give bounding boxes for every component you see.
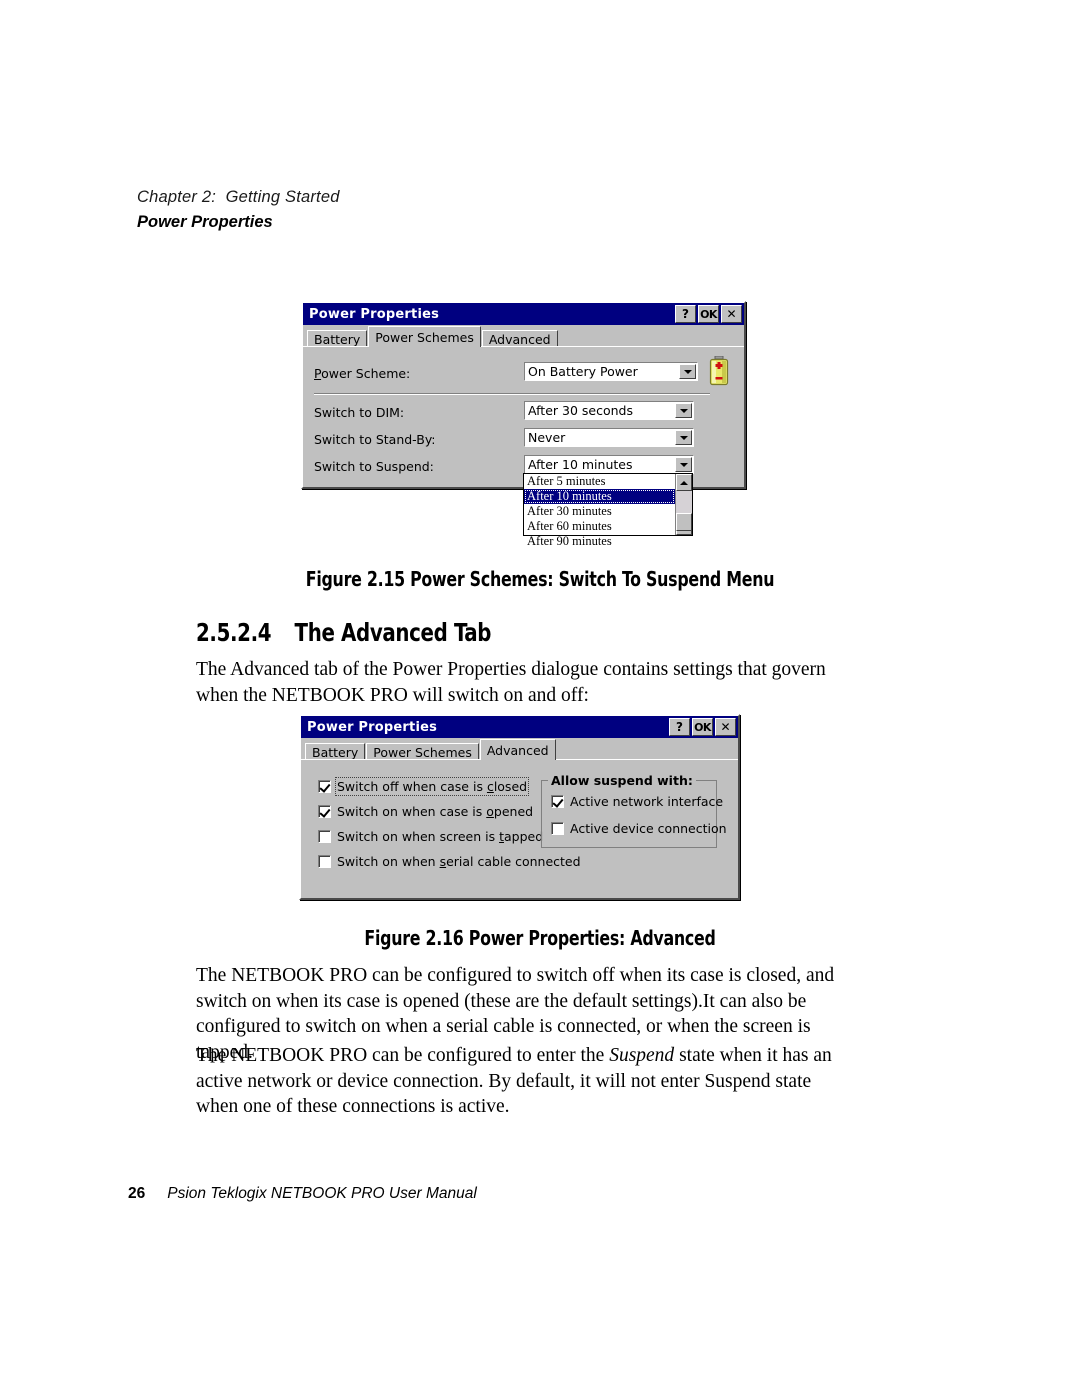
scroll-up-icon[interactable] bbox=[676, 474, 692, 491]
paragraph-suspend-behaviour: The NETBOOK PRO can be configured to ent… bbox=[196, 1043, 836, 1120]
dropdown-option[interactable]: After 60 minutes bbox=[524, 519, 675, 534]
chevron-down-icon[interactable] bbox=[679, 364, 696, 379]
page-header: Chapter 2: Getting Started Power Propert… bbox=[137, 188, 837, 232]
checkbox-label: Switch on when case is opened bbox=[337, 804, 534, 819]
checkbox-icon[interactable] bbox=[551, 822, 564, 835]
dropdown-option-selected[interactable]: After 10 minutes bbox=[524, 489, 675, 504]
dialog-title: Power Properties bbox=[307, 719, 438, 735]
page-number: 26 bbox=[128, 1185, 146, 1202]
page-footer: 26 Psion Teklogix NETBOOK PRO User Manual bbox=[128, 1185, 477, 1203]
tabstrip[interactable]: Battery Power Schemes Advanced bbox=[301, 739, 738, 760]
dialog-title: Power Properties bbox=[309, 306, 440, 322]
checkbox-switch-off-case-closed[interactable]: Switch off when case is closed bbox=[318, 777, 530, 796]
checkbox-icon[interactable] bbox=[318, 780, 331, 793]
allow-suspend-groupbox: Allow suspend with: Active network inter… bbox=[541, 773, 727, 848]
switch-to-standby-label: Switch to Stand-By: bbox=[314, 432, 436, 447]
ok-button[interactable]: OK bbox=[692, 718, 713, 736]
close-icon[interactable]: ✕ bbox=[721, 305, 742, 323]
section-title: The Advanced Tab bbox=[294, 618, 492, 647]
switch-to-dim-label: Switch to DIM: bbox=[314, 405, 405, 420]
power-properties-dialog-advanced[interactable]: Power Properties ? OK ✕ Battery Power Sc… bbox=[299, 714, 740, 900]
section-intro-paragraph: The Advanced tab of the Power Properties… bbox=[196, 659, 826, 706]
page-header-subtitle: Power Properties bbox=[137, 213, 273, 231]
scrollbar-thumb[interactable] bbox=[676, 513, 692, 531]
dropdown-option[interactable]: After 90 minutes bbox=[524, 534, 675, 549]
tab-power-schemes[interactable]: Power Schemes bbox=[366, 743, 479, 760]
switch-to-dim-value: After 30 seconds bbox=[528, 403, 633, 418]
switch-to-dim-combo[interactable]: After 30 seconds bbox=[524, 401, 694, 420]
power-scheme-combo[interactable]: On Battery Power bbox=[524, 362, 698, 381]
switch-to-suspend-value: After 10 minutes bbox=[528, 457, 633, 472]
checkbox-label: Switch on when serial cable connected bbox=[337, 854, 581, 869]
battery-icon bbox=[708, 355, 730, 386]
chapter-breadcrumb: Chapter 2: Getting Started bbox=[137, 188, 340, 206]
help-button[interactable]: ? bbox=[675, 305, 696, 323]
paragraph-part-1: The NETBOOK PRO can be configured to ent… bbox=[196, 1045, 610, 1066]
suspend-emphasis: Suspend bbox=[609, 1045, 675, 1066]
dialog-titlebar[interactable]: Power Properties ? OK ✕ bbox=[301, 716, 738, 738]
section-divider bbox=[314, 393, 710, 395]
allow-suspend-groupbox-title: Allow suspend with: bbox=[548, 773, 696, 788]
section-number: 2.5.2.4 bbox=[196, 618, 272, 647]
tab-battery[interactable]: Battery bbox=[307, 330, 368, 347]
tab-advanced[interactable]: Advanced bbox=[479, 739, 556, 760]
power-scheme-label: Power Scheme: bbox=[314, 366, 410, 381]
section-heading: 2.5.2.4 The Advanced Tab bbox=[196, 618, 491, 647]
chevron-down-icon[interactable] bbox=[675, 403, 692, 418]
help-button[interactable]: ? bbox=[669, 718, 690, 736]
chevron-down-icon[interactable] bbox=[675, 457, 692, 472]
checkbox-active-device-connection[interactable]: Active device connection bbox=[551, 821, 727, 836]
checkbox-active-network-interface[interactable]: Active network interface bbox=[551, 794, 723, 809]
dropdown-option[interactable]: After 5 minutes bbox=[524, 474, 675, 489]
checkbox-switch-on-serial-cable[interactable]: Switch on when serial cable connected bbox=[318, 854, 581, 869]
checkbox-label: Switch on when screen is tapped bbox=[337, 829, 544, 844]
switch-to-suspend-label: Switch to Suspend: bbox=[314, 459, 434, 474]
figure-216-caption: Figure 2.16 Power Properties: Advanced bbox=[364, 926, 716, 950]
dialog-body: Switch off when case is closed Switch on… bbox=[301, 760, 738, 896]
ok-button[interactable]: OK bbox=[698, 305, 719, 323]
tabstrip[interactable]: Battery Power Schemes Advanced bbox=[303, 326, 744, 347]
dropdown-items: After 5 minutes After 10 minutes After 3… bbox=[524, 474, 675, 548]
dropdown-option[interactable]: After 30 minutes bbox=[524, 504, 675, 519]
dropdown-scrollbar[interactable] bbox=[675, 474, 692, 535]
tab-power-schemes[interactable]: Power Schemes bbox=[368, 326, 481, 347]
checkbox-icon[interactable] bbox=[318, 855, 331, 868]
power-scheme-label-text: ower Scheme: bbox=[321, 366, 411, 381]
scrollbar-track[interactable] bbox=[676, 491, 692, 531]
checkbox-switch-on-screen-tapped[interactable]: Switch on when screen is tapped bbox=[318, 829, 543, 844]
checkbox-icon[interactable] bbox=[551, 795, 564, 808]
close-icon[interactable]: ✕ bbox=[715, 718, 736, 736]
checkbox-label: Active network interface bbox=[570, 794, 724, 809]
dialog-titlebar[interactable]: Power Properties ? OK ✕ bbox=[303, 303, 744, 325]
dialog-body: Power Scheme: On Battery Power Switch to… bbox=[303, 347, 744, 485]
switch-to-standby-value: Never bbox=[528, 430, 566, 445]
footer-title: Psion Teklogix NETBOOK PRO User Manual bbox=[167, 1185, 477, 1202]
figure-215-caption: Figure 2.15 Power Schemes: Switch To Sus… bbox=[305, 567, 775, 591]
switch-to-standby-combo[interactable]: Never bbox=[524, 428, 694, 447]
checkbox-icon[interactable] bbox=[318, 830, 331, 843]
checkbox-icon[interactable] bbox=[318, 805, 331, 818]
checkbox-switch-on-case-opened[interactable]: Switch on when case is opened bbox=[318, 804, 533, 819]
power-scheme-value: On Battery Power bbox=[528, 364, 638, 379]
chevron-down-icon[interactable] bbox=[675, 430, 692, 445]
tab-advanced[interactable]: Advanced bbox=[481, 330, 558, 347]
switch-to-suspend-combo[interactable]: After 10 minutes bbox=[524, 455, 694, 474]
checkbox-label: Active device connection bbox=[570, 821, 727, 836]
tab-battery[interactable]: Battery bbox=[305, 743, 366, 760]
power-properties-dialog-schemes[interactable]: Power Properties ? OK ✕ Battery Power Sc… bbox=[301, 301, 746, 489]
checkbox-label: Switch off when case is closed bbox=[334, 777, 530, 796]
switch-to-suspend-dropdown-list[interactable]: After 5 minutes After 10 minutes After 3… bbox=[523, 473, 693, 548]
